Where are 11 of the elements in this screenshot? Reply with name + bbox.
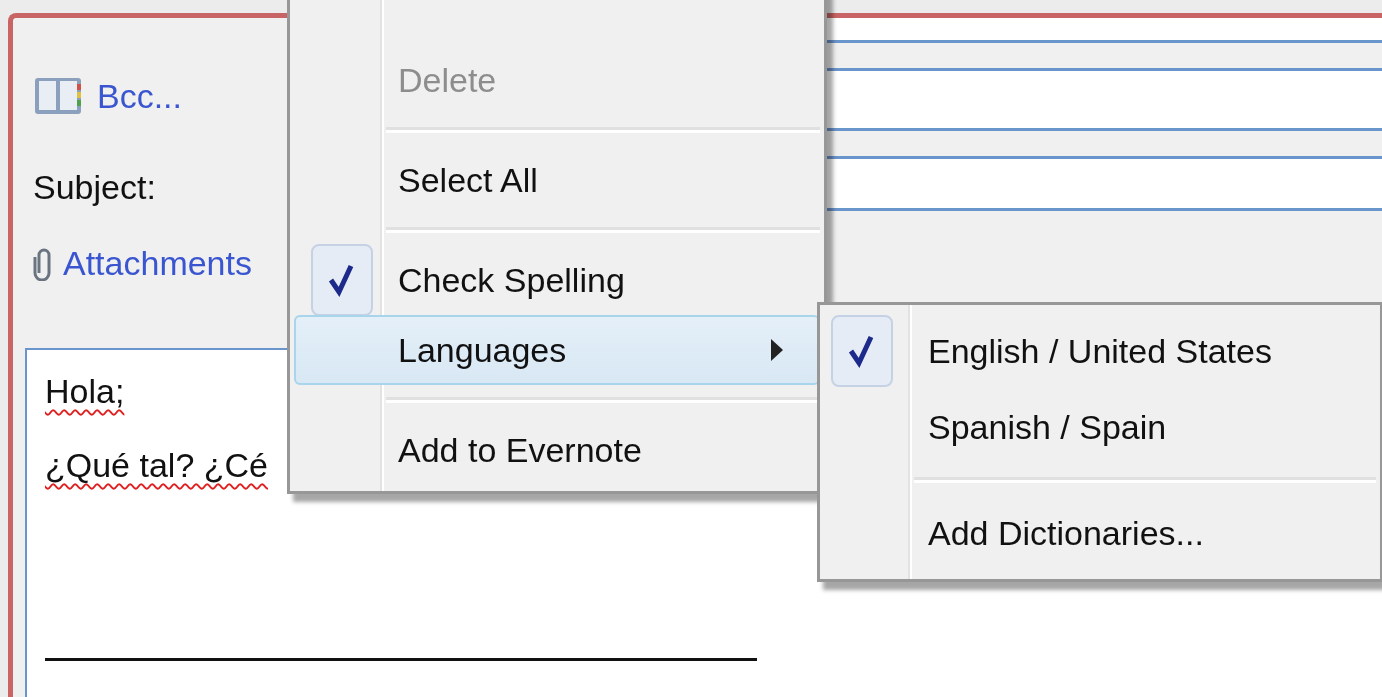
subject-label: Subject:	[33, 168, 156, 207]
menu-item[interactable]: Add to Evernote	[294, 415, 820, 485]
menu-item[interactable]: Spanish / Spain	[824, 389, 1376, 465]
menu-item[interactable]: Select All	[294, 145, 820, 215]
menu-item[interactable]: Add Dictionaries...	[824, 495, 1376, 571]
body-text: ¿Qué tal? ¿Cé	[45, 446, 268, 484]
body-text: Hola;	[45, 372, 125, 410]
menu-item[interactable]: Languages	[294, 315, 820, 385]
menu-item[interactable]: Check Spelling	[294, 245, 820, 315]
attachments-link[interactable]: Attachments	[63, 244, 252, 283]
bcc-link[interactable]: Bcc...	[97, 76, 183, 116]
